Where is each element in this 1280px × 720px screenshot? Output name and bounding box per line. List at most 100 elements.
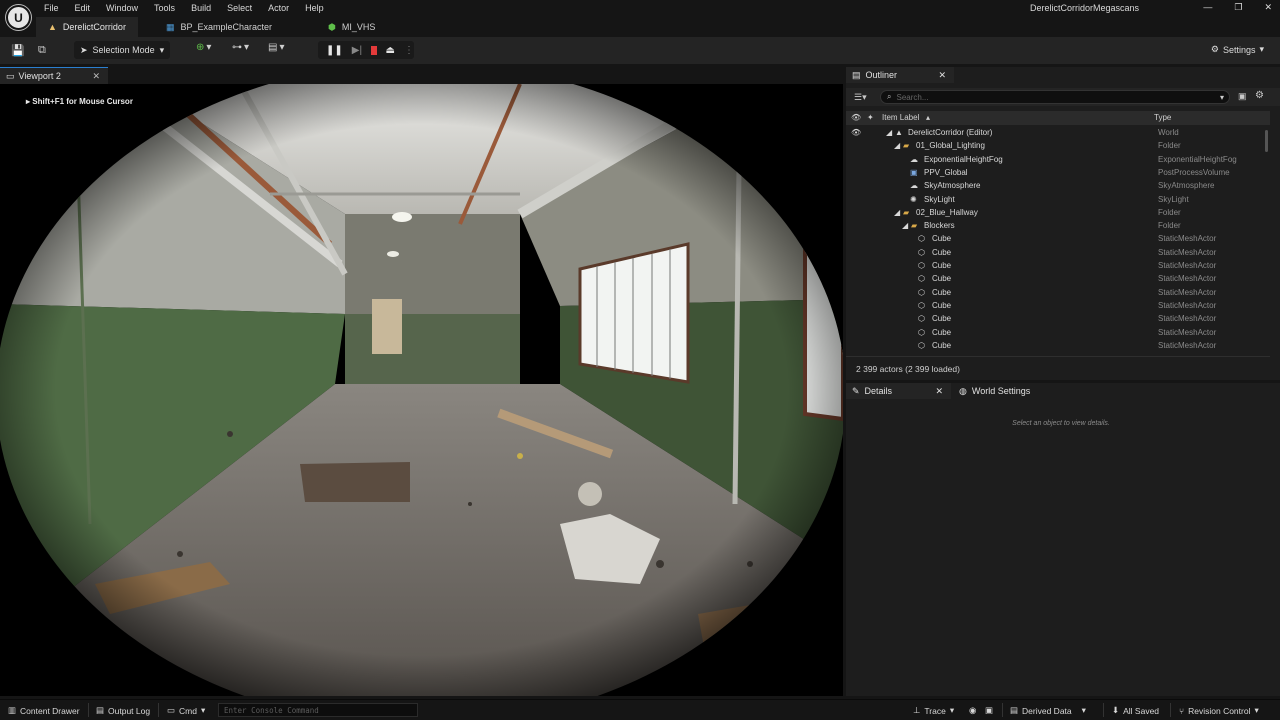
- screenshot-icon[interactable]: ▣: [985, 705, 993, 716]
- corridor-scene-image: [0, 84, 843, 696]
- menu-tools[interactable]: Tools: [154, 3, 175, 13]
- close-icon[interactable]: ✕: [1264, 2, 1272, 13]
- unreal-logo-icon[interactable]: U: [6, 5, 31, 30]
- expand-arrow-icon[interactable]: ◢: [894, 141, 900, 150]
- add-actor-button[interactable]: ⊕ ▾: [196, 42, 211, 53]
- level-viewport[interactable]: ▸ Shift+F1 for Mouse Cursor: [0, 84, 843, 696]
- tab-mi-vhs[interactable]: ⬢ MI_VHS: [316, 17, 387, 37]
- tree-row-folder[interactable]: ◢ ▰ 02_Blue_Hallway Folder: [846, 207, 1266, 220]
- eject-icon[interactable]: ⏏: [386, 45, 395, 56]
- menu-window[interactable]: Window: [106, 3, 138, 13]
- output-log-button[interactable]: ▤ Output Log: [96, 705, 150, 716]
- tree-row-actor[interactable]: ⬡ Cube StaticMeshActor: [846, 300, 1266, 313]
- tree-row-actor[interactable]: ⬡ Cube StaticMeshActor: [846, 260, 1266, 273]
- column-item-label[interactable]: Item Label: [882, 113, 919, 122]
- gear-icon[interactable]: ⚙: [1255, 90, 1264, 101]
- tab-details[interactable]: ✎ Details ✕: [846, 383, 951, 399]
- console-command-input[interactable]: Enter Console Command: [218, 703, 418, 717]
- tree-row-actor[interactable]: ✺ SkyLight SkyLight: [846, 194, 1266, 207]
- minimize-icon[interactable]: —: [1203, 2, 1212, 13]
- restore-icon[interactable]: ❐: [1234, 2, 1242, 13]
- outliner-scrollbar[interactable]: [1265, 130, 1268, 152]
- tree-row-type: StaticMeshActor: [1158, 314, 1217, 324]
- details-tab-label: Details: [864, 386, 893, 396]
- project-title: DerelictCorridorMegascans: [1029, 3, 1139, 13]
- tree-row-actor[interactable]: ☁ ExponentialHeightFog ExponentialHeight…: [846, 154, 1266, 167]
- outliner-column-header: 👁 ✦ Item Label ▴ Type: [846, 111, 1270, 125]
- tree-row-type: StaticMeshActor: [1158, 234, 1217, 244]
- menu-file[interactable]: File: [44, 3, 59, 13]
- pause-icon[interactable]: ❚❚: [326, 45, 343, 56]
- tree-row-actor[interactable]: ☁ SkyAtmosphere SkyAtmosphere: [846, 180, 1266, 193]
- cursor-icon: ➤: [80, 44, 88, 55]
- tree-row-label: ExponentialHeightFog: [924, 154, 1003, 164]
- tree-row-actor[interactable]: ⬡ Cube StaticMeshActor: [846, 340, 1266, 353]
- close-tab-icon[interactable]: ✕: [92, 71, 100, 82]
- sky-atmosphere-icon: ☁: [910, 181, 918, 191]
- pin-icon[interactable]: ✦: [867, 113, 874, 122]
- settings-button[interactable]: ⚙ Settings ▾: [1211, 44, 1264, 55]
- record-icon[interactable]: ◉: [969, 705, 976, 716]
- status-bar: ▥ Content Drawer ▤ Output Log ▭ Cmd ▾ En…: [0, 699, 1280, 720]
- all-saved-button[interactable]: ⬇ All Saved: [1112, 705, 1159, 716]
- visibility-eye-icon[interactable]: 👁: [851, 113, 861, 122]
- fog-actor-icon: ☁: [910, 154, 918, 164]
- tree-row-actor[interactable]: ⬡ Cube StaticMeshActor: [846, 287, 1266, 300]
- trace-label: Trace: [924, 705, 946, 716]
- trace-button[interactable]: ⊥ Trace ▾: [913, 705, 954, 716]
- static-mesh-icon: ⬡: [918, 287, 925, 297]
- cinematics-button[interactable]: ▤ ▾: [268, 42, 284, 53]
- tab-outliner[interactable]: ▤ Outliner ✕: [846, 67, 954, 83]
- revision-control-button[interactable]: ⑂ Revision Control ▾: [1179, 705, 1259, 716]
- column-type[interactable]: Type: [1154, 113, 1171, 122]
- chevron-down-icon[interactable]: ▾: [1220, 93, 1224, 102]
- static-mesh-icon: ⬡: [918, 300, 925, 310]
- source-control-icon[interactable]: ⧉: [38, 44, 46, 57]
- menu-actor[interactable]: Actor: [268, 3, 289, 13]
- tab-world-settings[interactable]: ◍ World Settings: [953, 383, 1063, 399]
- tab-label: BP_ExampleCharacter: [180, 22, 272, 32]
- close-tab-icon[interactable]: ✕: [938, 70, 946, 81]
- tab-derelict-corridor[interactable]: ▲ DerelictCorridor: [36, 17, 138, 37]
- visibility-eye-icon[interactable]: 👁: [851, 128, 861, 137]
- menu-edit[interactable]: Edit: [75, 3, 91, 13]
- tree-row-type: Folder: [1158, 207, 1181, 217]
- tree-row-actor[interactable]: ⬡ Cube StaticMeshActor: [846, 233, 1266, 246]
- expand-arrow-icon[interactable]: ◢: [886, 128, 892, 137]
- blueprints-button[interactable]: ⊶ ▾: [232, 42, 249, 53]
- cmd-dropdown[interactable]: ▭ Cmd ▾: [167, 705, 205, 716]
- pencil-icon: ✎: [852, 385, 860, 396]
- tree-row-folder[interactable]: ◢ ▰ Blockers Folder: [846, 220, 1266, 233]
- menu-select[interactable]: Select: [227, 3, 252, 13]
- menu-build[interactable]: Build: [191, 3, 211, 13]
- more-options-icon[interactable]: ⋮: [404, 45, 414, 56]
- step-icon[interactable]: ▶|: [352, 45, 362, 56]
- tree-row-actor[interactable]: ⬡ Cube StaticMeshActor: [846, 313, 1266, 326]
- tree-row-folder[interactable]: ◢ ▰ 01_Global_Lighting Folder: [846, 140, 1266, 153]
- output-log-label: Output Log: [108, 705, 151, 716]
- tab-viewport-2[interactable]: ▭ Viewport 2 ✕: [0, 67, 108, 84]
- tree-row-actor[interactable]: ⬡ Cube StaticMeshActor: [846, 327, 1266, 340]
- tab-bp-example-character[interactable]: ▦ BP_ExampleCharacter: [154, 17, 284, 37]
- tree-row-world[interactable]: 👁 ◢ ▲ DerelictCorridor (Editor) World: [846, 127, 1266, 140]
- tree-row-actor[interactable]: ⬡ Cube StaticMeshActor: [846, 247, 1266, 260]
- blueprint-icon: ▦: [165, 21, 175, 32]
- tree-row-actor[interactable]: ▣ PPV_Global PostProcessVolume: [846, 167, 1266, 180]
- save-icon[interactable]: 💾: [11, 44, 25, 57]
- selection-mode-dropdown[interactable]: ➤ Selection Mode ▾: [74, 41, 170, 59]
- chevron-down-icon: ▾: [1081, 705, 1086, 715]
- filter-icon[interactable]: ☰▾: [854, 92, 867, 103]
- content-drawer-button[interactable]: ▥ Content Drawer: [8, 705, 80, 716]
- expand-arrow-icon[interactable]: ◢: [902, 221, 908, 230]
- tree-row-label: SkyAtmosphere: [924, 181, 981, 191]
- stop-icon[interactable]: [371, 45, 377, 55]
- close-tab-icon[interactable]: ✕: [935, 386, 943, 397]
- expand-arrow-icon[interactable]: ◢: [894, 208, 900, 217]
- static-mesh-icon: ⬡: [918, 234, 925, 244]
- outliner-search-input[interactable]: ⌕ Search... ▾: [880, 90, 1230, 104]
- tree-row-actor[interactable]: ⬡ Cube StaticMeshActor: [846, 273, 1266, 286]
- derived-data-button[interactable]: ▤ Derived Data ▾: [1010, 705, 1086, 716]
- add-folder-icon[interactable]: ▣: [1238, 91, 1247, 102]
- tree-row-label: PPV_Global: [924, 167, 968, 177]
- menu-help[interactable]: Help: [305, 3, 324, 13]
